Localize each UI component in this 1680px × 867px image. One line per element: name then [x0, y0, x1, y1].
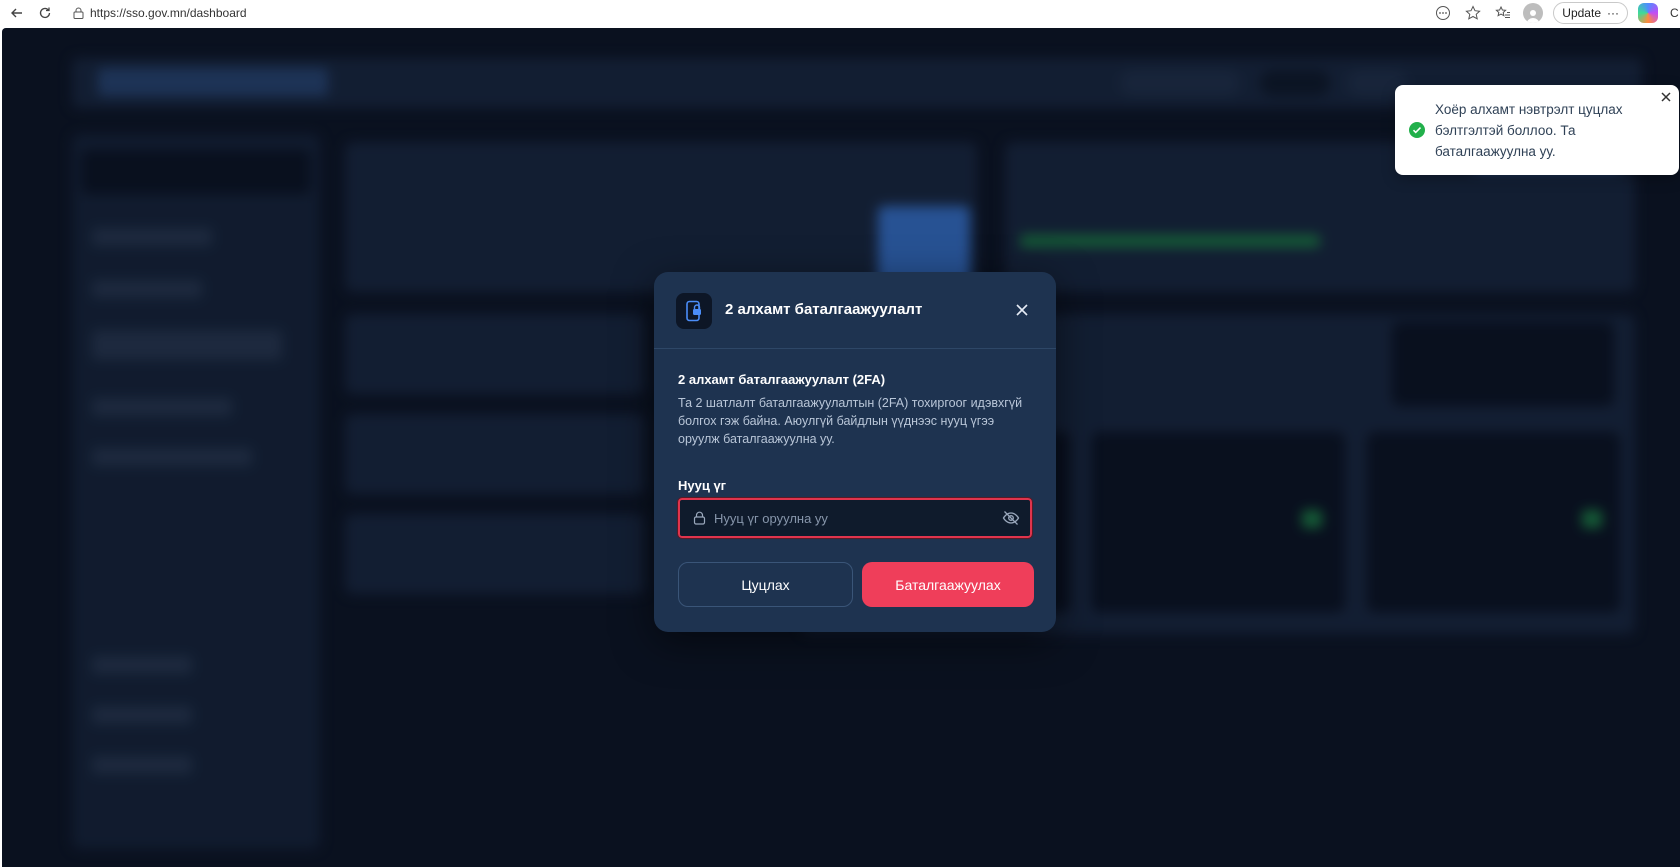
password-field[interactable] [677, 497, 1033, 539]
address-bar[interactable]: https://sso.gov.mn/dashboard [66, 2, 1426, 24]
success-toast: Хоёр алхамт нэвтрэлт цуцлах бэлтгэлтэй б… [1395, 85, 1679, 175]
cancel-button[interactable]: Цуцлах [678, 562, 853, 607]
favorite-star-icon[interactable] [1463, 3, 1483, 23]
eye-off-icon[interactable] [1002, 509, 1020, 527]
copilot-icon[interactable] [1638, 3, 1658, 23]
update-label: Update [1562, 6, 1601, 20]
reload-icon[interactable] [34, 2, 56, 24]
back-arrow-icon[interactable] [6, 2, 28, 24]
modal-header: 2 алхамт баталгаажуулалт [654, 272, 1056, 349]
description-text: Та 2 шатлалт баталгаажуулалтын (2FA) тох… [678, 396, 1023, 446]
password-input[interactable] [714, 510, 996, 526]
close-icon[interactable] [1012, 300, 1032, 320]
lock-icon [690, 509, 708, 527]
modal-body: 2 алхамт баталгаажуулалт (2FA) Та 2 шатл… [678, 372, 1034, 448]
edge-text: C [1670, 6, 1679, 20]
password-label: Нууц үг [678, 478, 727, 493]
url-text: https://sso.gov.mn/dashboard [90, 6, 247, 20]
two-factor-modal: 2 алхамт баталгаажуулалт 2 алхамт баталг… [654, 272, 1056, 632]
phone-lock-icon [676, 293, 712, 329]
ellipsis-icon: ··· [1607, 6, 1619, 20]
lock-icon [72, 7, 84, 19]
toast-message: Хоёр алхамт нэвтрэлт цуцлах бэлтгэлтэй б… [1435, 102, 1623, 159]
modal-title: 2 алхамт баталгаажуулалт [725, 301, 923, 318]
confirm-button[interactable]: Баталгаажуулах [862, 562, 1034, 607]
check-circle-icon [1409, 122, 1425, 138]
browser-toolbar: https://sso.gov.mn/dashboard Update ··· … [0, 0, 1680, 26]
profile-avatar[interactable] [1523, 3, 1544, 23]
update-button[interactable]: Update ··· [1553, 2, 1628, 24]
app-viewport: 2 алхамт баталгаажуулалт 2 алхамт баталг… [2, 28, 1680, 867]
favorites-list-icon[interactable] [1493, 3, 1513, 23]
close-icon[interactable] [1659, 90, 1673, 104]
more-page-actions-icon[interactable] [1433, 3, 1453, 23]
section-title: 2 алхамт баталгаажуулалт (2FA) [678, 372, 886, 387]
